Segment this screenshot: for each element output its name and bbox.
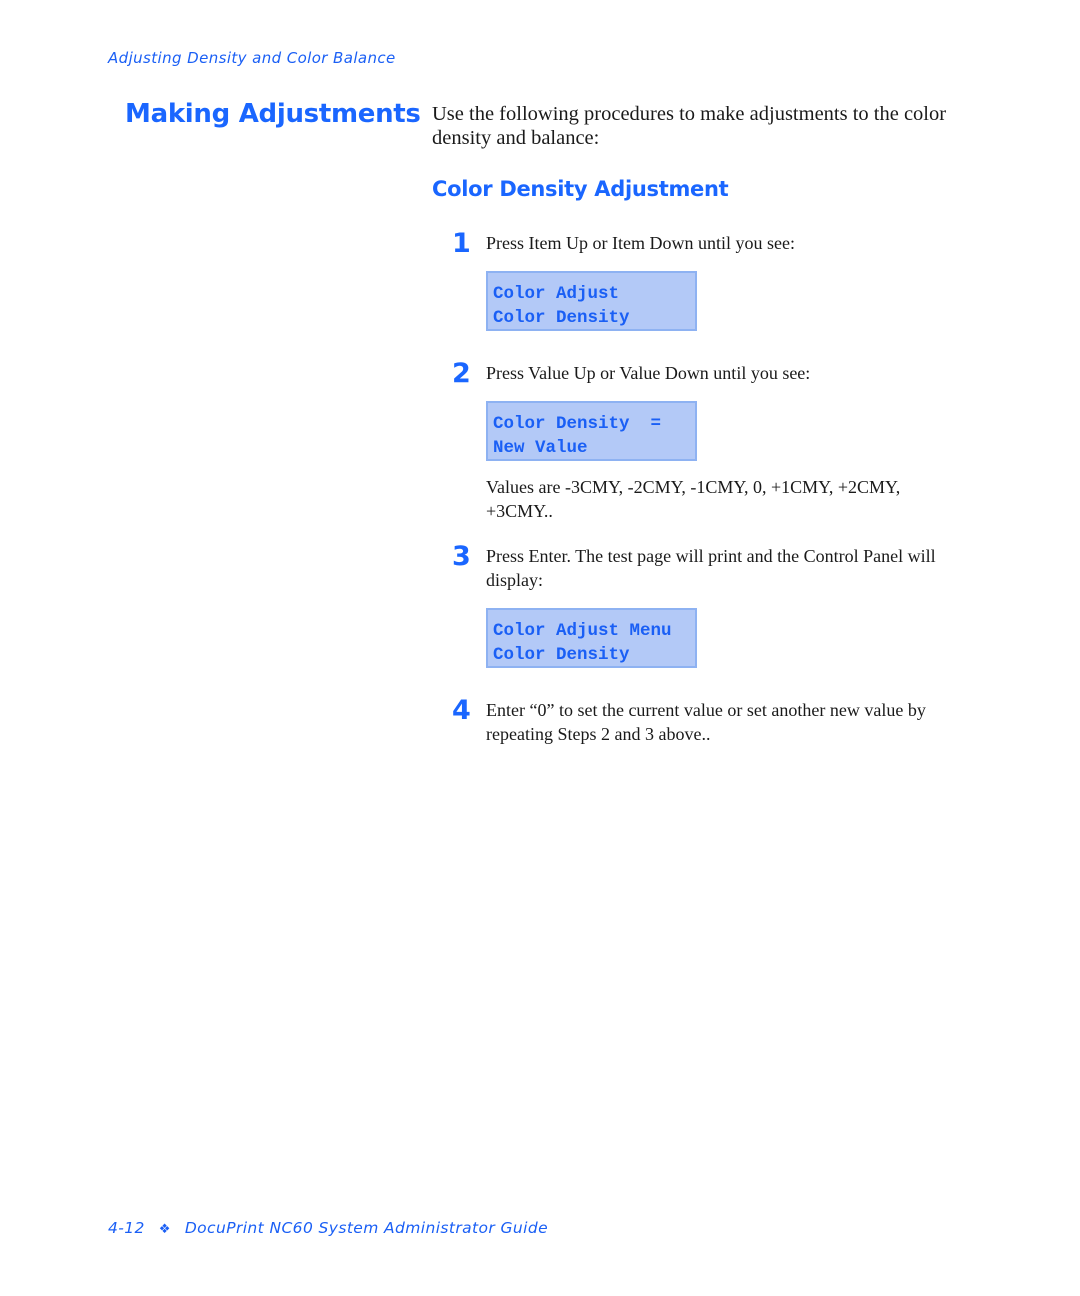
lcd-line-1: Color Adjust — [493, 284, 620, 304]
lcd-line-2: New Value — [493, 438, 588, 458]
step-instruction: Press Item Up or Item Down until you see… — [486, 233, 795, 253]
page-number: 4-12 — [108, 1219, 145, 1237]
intro-paragraph: Use the following procedures to make adj… — [432, 103, 947, 149]
step-instruction: Enter “0” to set the current value or se… — [486, 700, 926, 744]
lcd-display: Color Density = New Value — [486, 401, 697, 461]
step-instruction: Press Enter. The test page will print an… — [486, 546, 936, 590]
step-instruction: Press Value Up or Value Down until you s… — [486, 363, 811, 383]
subsection-title: Color Density Adjustment — [432, 177, 729, 201]
guide-title: DocuPrint NC60 System Administrator Guid… — [184, 1219, 549, 1237]
lcd-line-2: Color Density — [493, 308, 630, 328]
section-title: Making Adjustments — [125, 99, 421, 129]
diamond-ornament-icon: ❖ — [158, 1222, 171, 1237]
step-number: 4 — [452, 695, 471, 726]
lcd-line-1: Color Adjust Menu — [493, 621, 672, 641]
lcd-display: Color Adjust Color Density — [486, 271, 697, 331]
lcd-display: Color Adjust Menu Color Density — [486, 608, 697, 668]
step-number: 2 — [452, 358, 471, 389]
step-number: 1 — [452, 228, 471, 259]
running-header: Adjusting Density and Color Balance — [108, 49, 396, 67]
page-footer: 4-12 ❖ DocuPrint NC60 System Administrator… — [108, 1219, 548, 1237]
values-note: Values are -3CMY, -2CMY, -1CMY, 0, +1CMY… — [486, 477, 901, 521]
lcd-line-2: Color Density — [493, 645, 630, 665]
step-number: 3 — [452, 541, 471, 572]
lcd-line-1: Color Density = — [493, 414, 662, 434]
